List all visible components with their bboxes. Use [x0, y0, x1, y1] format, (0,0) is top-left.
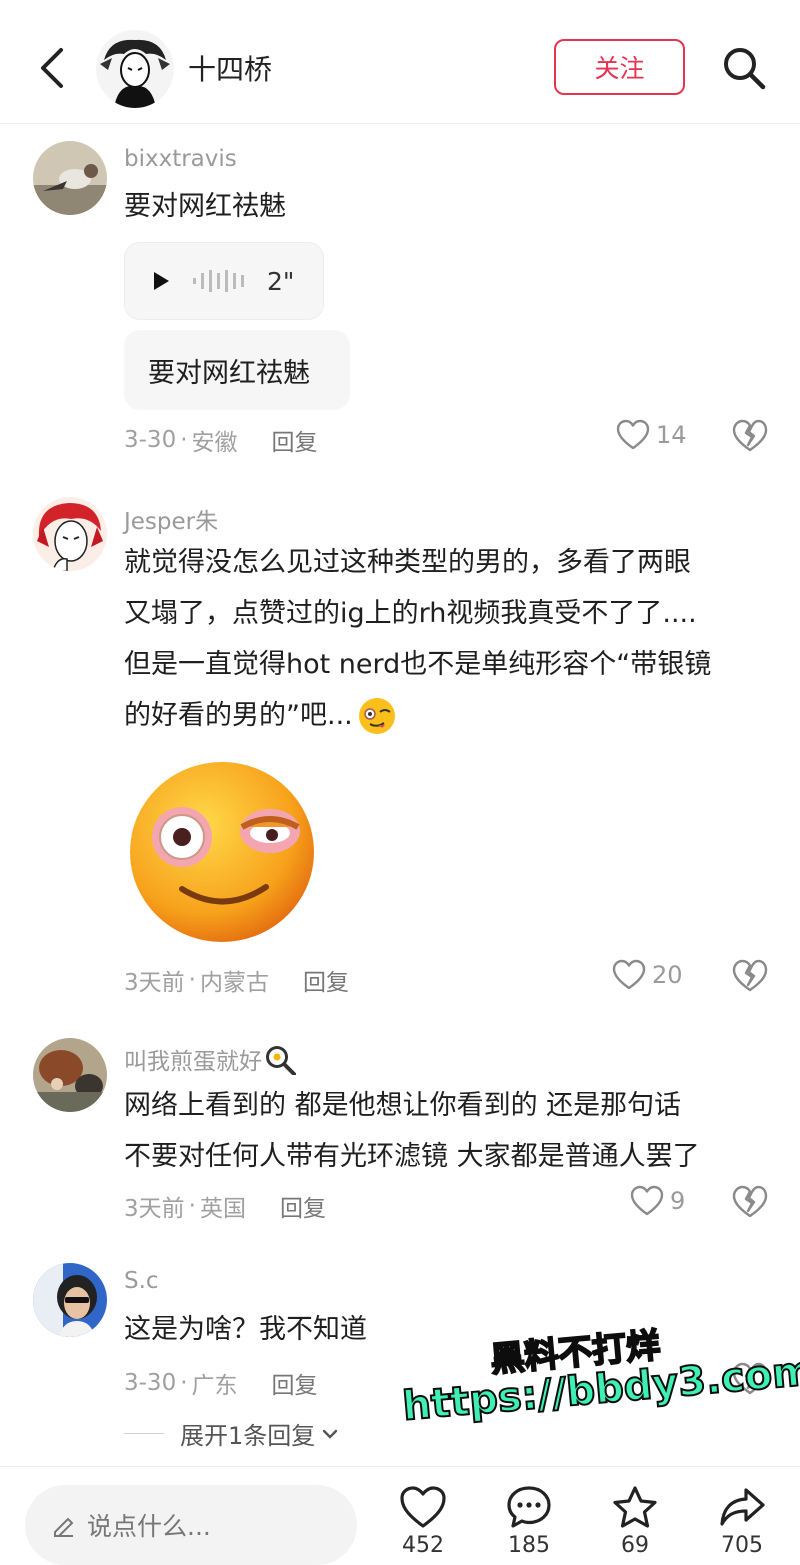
bottom-action-bar: 说点什么... 452 185 69 705 [0, 1466, 800, 1565]
like-total: 452 [402, 1533, 444, 1558]
comment-username[interactable]: S.c [124, 1268, 159, 1294]
heart-icon [400, 1486, 446, 1528]
comment-meta: 3-30 · 广东 回复 [124, 1366, 318, 1400]
comment-meta: 3天前 · 内蒙古 回复 [124, 963, 349, 997]
frying-pan-egg-icon [266, 1046, 296, 1075]
comment-date: 3天前 [124, 1196, 185, 1222]
comment-location: 内蒙古 [199, 970, 269, 996]
favorite-post-button[interactable]: 69 [595, 1485, 675, 1558]
like-button[interactable]: 9 [630, 1185, 685, 1217]
comment-total: 185 [508, 1533, 550, 1558]
broken-heart-icon [732, 1185, 768, 1218]
voice-message[interactable]: 2" [124, 242, 324, 320]
heart-icon [612, 959, 646, 990]
waveform-icon [193, 270, 244, 292]
back-button[interactable] [30, 40, 74, 96]
broken-heart-icon [732, 419, 768, 452]
comment-meta: 3天前 · 英国 回复 [124, 1189, 326, 1223]
pencil-icon [54, 1517, 74, 1537]
like-count: 9 [670, 1187, 686, 1215]
heart-icon [616, 419, 650, 450]
reply-button[interactable]: 回复 [272, 423, 318, 457]
comment-text: 要对网红祛魅 [124, 191, 286, 222]
comment-username-row: 叫我煎蛋就好 [124, 1042, 296, 1076]
user-avatar[interactable] [33, 497, 107, 571]
star-icon [613, 1486, 657, 1528]
user-avatar[interactable] [33, 1038, 107, 1112]
expand-replies-button[interactable]: 展开1条回复 [124, 1416, 339, 1451]
like-button[interactable]: 20 [612, 959, 683, 991]
author-avatar[interactable] [96, 30, 174, 108]
share-arrow-icon [720, 1488, 765, 1526]
comment-text: 这是为啥？我不知道 [124, 1314, 367, 1345]
comment-text: 不要对任何人带有光环滤镜 大家都是普通人罢了 [124, 1141, 700, 1172]
comment-username[interactable]: 叫我煎蛋就好 [124, 1042, 262, 1076]
reply-button[interactable]: 回复 [303, 963, 349, 997]
author-name[interactable]: 十四桥 [188, 48, 272, 88]
comment-text: 又塌了，点赞过的ig上的rh视频我真受不了了.... [124, 598, 697, 629]
comment-bubble-icon [507, 1486, 551, 1528]
user-avatar[interactable] [33, 141, 107, 215]
user-avatar[interactable] [33, 1263, 107, 1337]
emoji-sticker[interactable] [124, 753, 324, 948]
share-post-button[interactable]: 705 [702, 1485, 782, 1558]
comment-date: 3-30 [124, 1370, 177, 1396]
like-button[interactable]: 14 [616, 419, 687, 451]
share-total: 705 [721, 1533, 763, 1558]
comment-text-last: 的好看的男的”吧... [124, 690, 397, 741]
comment-input[interactable]: 说点什么... [25, 1485, 357, 1565]
comment-text: 的好看的男的”吧... [124, 700, 353, 731]
comment-location: 英国 [199, 1196, 246, 1222]
comment-username[interactable]: bixxtravis [124, 146, 237, 172]
heart-icon [630, 1185, 664, 1216]
comment-date: 3-30 [124, 427, 177, 453]
like-count: 14 [656, 421, 687, 449]
comment-date: 3天前 [124, 970, 185, 996]
like-count: 20 [652, 961, 683, 989]
comment-text: 网络上看到的 都是他想让你看到的 还是那句话 [124, 1090, 682, 1121]
comment-location: 广东 [191, 1373, 238, 1399]
comment-text: 就觉得没怎么见过这种类型的男的，多看了两眼 [124, 547, 691, 578]
comment-post-button[interactable]: 185 [489, 1485, 569, 1558]
expand-replies-label: 展开1条回复 [180, 1422, 316, 1450]
back-chevron-icon [41, 48, 63, 88]
dislike-button[interactable] [732, 959, 768, 995]
like-post-button[interactable]: 452 [383, 1485, 463, 1558]
comment-input-placeholder: 说点什么... [87, 1512, 211, 1541]
broken-heart-icon [732, 959, 768, 992]
comment-text: 但是一直觉得hot nerd也不是单纯形容个“带银镜 [124, 649, 712, 680]
chevron-down-icon [323, 1429, 338, 1439]
top-bar: 十四桥 关注 [0, 0, 800, 124]
divider-line [124, 1433, 164, 1434]
wink-emoji-icon [358, 697, 395, 734]
reply-button[interactable]: 回复 [272, 1366, 318, 1400]
voice-duration: 2" [267, 266, 295, 296]
comment-location: 安徽 [191, 430, 238, 456]
search-icon [724, 48, 766, 90]
comment-meta: 3-30 · 安徽 回复 [124, 423, 318, 457]
favorite-total: 69 [621, 1533, 649, 1558]
reply-button[interactable]: 回复 [280, 1189, 326, 1223]
dislike-button[interactable] [732, 419, 768, 455]
comment-username[interactable]: Jesper朱 [124, 502, 218, 536]
search-button[interactable] [716, 40, 772, 96]
follow-button[interactable]: 关注 [554, 39, 685, 95]
play-icon [154, 272, 169, 290]
voice-transcript: 要对网红祛魅 [124, 330, 350, 410]
dislike-button[interactable] [732, 1185, 768, 1221]
